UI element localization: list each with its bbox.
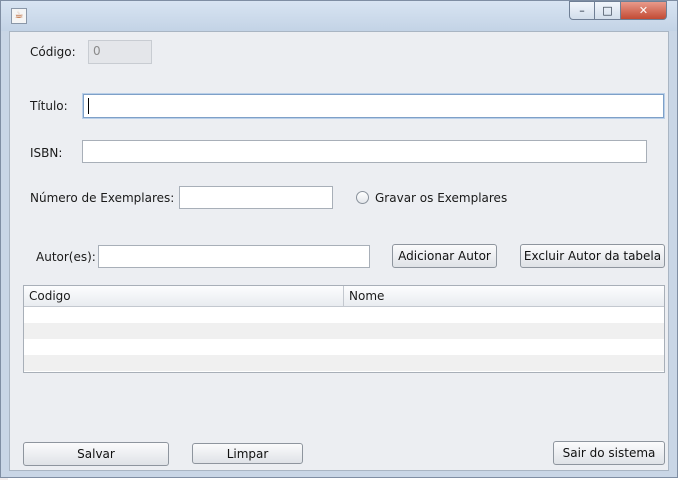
gravar-exemplares-label[interactable]: Gravar os Exemplares: [375, 191, 507, 205]
exemplares-input[interactable]: [179, 186, 333, 209]
titulo-label: Título:: [30, 99, 68, 113]
autores-input[interactable]: [98, 245, 370, 268]
maximize-icon: □: [602, 4, 613, 17]
text-caret: [88, 98, 89, 114]
close-icon: ✕: [638, 4, 649, 17]
codigo-field: 0: [88, 40, 152, 64]
gravar-exemplares-radio[interactable]: [356, 191, 369, 204]
column-header-nome[interactable]: Nome: [344, 286, 664, 306]
table-row[interactable]: [24, 323, 664, 339]
clear-button[interactable]: Limpar: [192, 443, 303, 464]
form-panel: Código: 0 Título: ISBN: Número de Exempl…: [9, 31, 669, 471]
codigo-label: Código:: [30, 45, 76, 59]
minimize-icon: –: [579, 4, 585, 17]
titulo-input[interactable]: [83, 94, 664, 118]
table-row[interactable]: [24, 355, 664, 371]
table-row[interactable]: [24, 339, 664, 355]
maximize-button[interactable]: □: [595, 1, 621, 20]
save-button[interactable]: Salvar: [23, 442, 169, 466]
minimize-button[interactable]: –: [569, 1, 595, 20]
add-author-button[interactable]: Adicionar Autor: [392, 244, 497, 268]
isbn-label: ISBN:: [30, 146, 63, 160]
remove-author-button[interactable]: Excluir Autor da tabela: [520, 244, 665, 268]
table-header: Codigo Nome: [24, 286, 664, 307]
close-button[interactable]: ✕: [621, 1, 667, 20]
autores-label: Autor(es):: [36, 250, 96, 264]
app-window: ☕ – □ ✕ Código: 0 Título: ISBN: Número d…: [0, 0, 678, 478]
java-icon: ☕: [11, 8, 27, 24]
isbn-input[interactable]: [82, 140, 647, 163]
table-row[interactable]: [24, 307, 664, 323]
window-controls: – □ ✕: [569, 1, 667, 20]
authors-table[interactable]: Codigo Nome: [23, 285, 665, 373]
title-bar[interactable]: ☕ – □ ✕: [1, 1, 677, 31]
column-header-codigo[interactable]: Codigo: [24, 286, 344, 306]
exit-button[interactable]: Sair do sistema: [553, 441, 665, 465]
exemplares-label: Número de Exemplares:: [30, 191, 175, 205]
